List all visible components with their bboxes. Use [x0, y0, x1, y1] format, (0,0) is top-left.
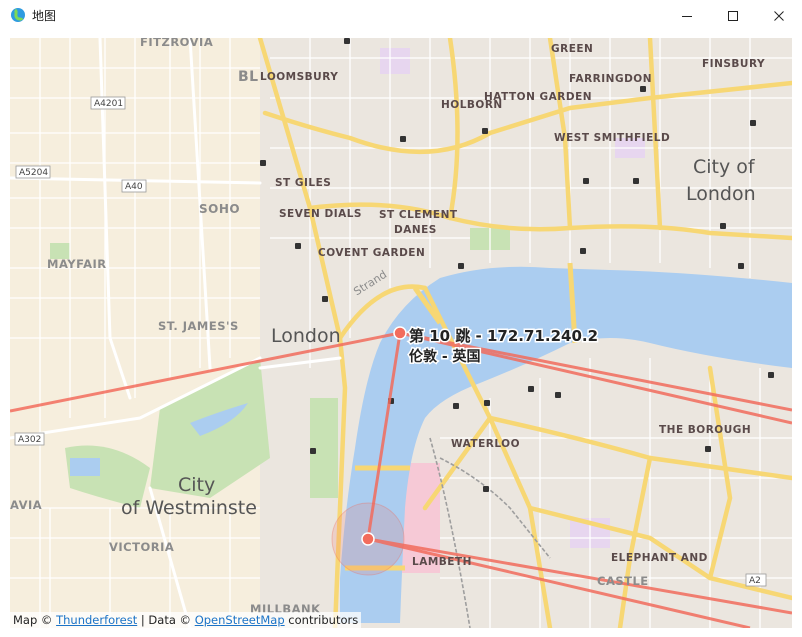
- map-view[interactable]: FITZROVIA BL LOOMSBURY GREEN FINSBURY FA…: [10, 38, 792, 628]
- label-victoria: VICTORIA: [109, 540, 174, 554]
- hop-label-title: 第 10 跳 - 172.71.240.2: [409, 327, 598, 345]
- title-bar[interactable]: 地图: [0, 0, 802, 31]
- openstreetmap-link[interactable]: OpenStreetMap: [195, 613, 285, 627]
- label-fitzrovia: FITZROVIA: [140, 38, 213, 49]
- campus-area: [380, 48, 410, 74]
- label-elephant-1: ELEPHANT AND: [611, 552, 708, 564]
- label-london: London: [271, 325, 341, 347]
- attribution-middle: | Data ©: [137, 613, 195, 627]
- hop-marker-previous[interactable]: [361, 532, 375, 546]
- map-app-icon: [11, 8, 25, 22]
- label-mayfair: MAYFAIR: [47, 257, 107, 271]
- label-city-of-london-2: London: [686, 183, 756, 205]
- label-city-westminster-2: of Westminste: [121, 497, 257, 519]
- badge-a5204: A5204: [19, 168, 48, 178]
- attribution-suffix: contributors: [284, 613, 359, 627]
- label-city-of-london-1: City of: [693, 156, 756, 178]
- label-seven-dials: SEVEN DIALS: [279, 208, 362, 220]
- pond: [70, 458, 100, 476]
- hop-marker-current[interactable]: [393, 326, 407, 340]
- badge-a2: A2: [749, 576, 761, 586]
- label-green: GREEN: [551, 43, 593, 55]
- label-soho: SOHO: [199, 202, 240, 216]
- label-the-borough: THE BOROUGH: [659, 424, 751, 436]
- label-city-westminster-1: City: [178, 474, 215, 496]
- label-bl: BL: [238, 69, 259, 85]
- label-farringdon: FARRINGDON: [569, 73, 652, 85]
- attribution-prefix: Map ©: [13, 613, 57, 627]
- hop-label-location: 伦敦 - 英国: [409, 348, 481, 365]
- badge-a302: A302: [18, 435, 41, 445]
- label-finsbury: FINSBURY: [702, 58, 765, 70]
- close-button[interactable]: [756, 0, 802, 31]
- label-st-clement-1: ST CLEMENT: [379, 209, 458, 221]
- label-holborn: HOLBORN: [441, 99, 503, 111]
- minimize-button[interactable]: [664, 0, 710, 31]
- thunderforest-link[interactable]: Thunderforest: [56, 613, 137, 627]
- label-waterloo: WATERLOO: [451, 438, 520, 450]
- label-st-clement-2: DANES: [394, 224, 437, 236]
- maximize-icon: [728, 10, 738, 21]
- minimize-icon: [682, 15, 692, 17]
- label-avia: AVIA: [10, 498, 42, 512]
- close-icon: [774, 10, 784, 21]
- label-lambeth: LAMBETH: [412, 556, 472, 568]
- badge-a40: A40: [125, 182, 143, 192]
- label-covent-garden: COVENT GARDEN: [318, 247, 425, 259]
- label-west-smithfield: WEST SMITHFIELD: [554, 132, 670, 144]
- label-bloomsbury: LOOMSBURY: [260, 71, 338, 83]
- label-elephant-2: CASTLE: [597, 574, 649, 588]
- badge-a4201: A4201: [94, 99, 123, 109]
- label-st-giles: ST GILES: [275, 177, 331, 189]
- map-attribution: Map © Thunderforest | Data © OpenStreetM…: [10, 612, 362, 628]
- maximize-button[interactable]: [710, 0, 756, 31]
- map-canvas[interactable]: FITZROVIA BL LOOMSBURY GREEN FINSBURY FA…: [10, 38, 792, 628]
- window-title: 地图: [32, 9, 57, 23]
- label-st-james: ST. JAMES'S: [158, 319, 239, 333]
